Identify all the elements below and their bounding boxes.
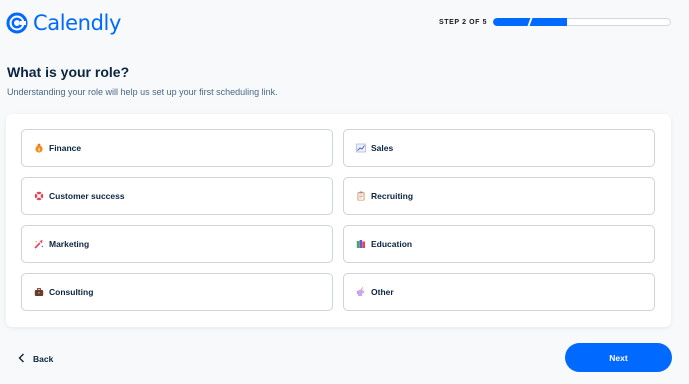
role-option-sales[interactable]: Sales <box>343 129 655 167</box>
step-progress: STEP 2 OF 5 <box>439 18 672 26</box>
back-button[interactable]: Back <box>18 350 53 368</box>
role-option-label: Consulting <box>49 287 94 297</box>
calendly-logo-icon <box>6 12 28 34</box>
role-option-customer-success[interactable]: Customer success <box>21 177 333 215</box>
lifebuoy-icon <box>33 191 44 202</box>
role-option-education[interactable]: Education <box>343 225 655 263</box>
chevron-left-icon <box>18 350 25 368</box>
books-icon <box>355 239 366 250</box>
role-option-label: Recruiting <box>371 191 414 201</box>
progress-bar <box>493 18 672 26</box>
role-option-finance[interactable]: $ Finance <box>21 129 333 167</box>
role-option-other[interactable]: Other <box>343 273 655 311</box>
role-option-recruiting[interactable]: Recruiting <box>343 177 655 215</box>
page-title: What is your role? <box>7 64 130 80</box>
money-bag-icon: $ <box>33 143 44 154</box>
briefcase-icon <box>33 287 44 298</box>
progress-fill <box>493 18 568 26</box>
step-label: STEP 2 OF 5 <box>439 18 488 26</box>
calendly-logo[interactable]: Calendly <box>6 11 121 35</box>
page-subtitle: Understanding your role will help us set… <box>7 87 278 97</box>
progress-remaining <box>567 18 672 26</box>
unicorn-icon <box>355 287 366 298</box>
back-button-label: Back <box>33 354 54 364</box>
role-option-label: Education <box>371 239 413 249</box>
role-option-consulting[interactable]: Consulting <box>21 273 333 311</box>
role-option-marketing[interactable]: Marketing <box>21 225 333 263</box>
role-option-label: Marketing <box>49 239 90 249</box>
brand-name: Calendly <box>33 11 121 35</box>
role-option-label: Finance <box>49 143 82 153</box>
next-button[interactable]: Next <box>565 343 672 372</box>
role-option-label: Sales <box>371 143 394 153</box>
role-option-label: Other <box>371 287 394 297</box>
megaphone-icon <box>33 239 44 250</box>
svg-text:$: $ <box>37 147 40 153</box>
chart-icon <box>355 143 366 154</box>
clipboard-icon <box>355 191 366 202</box>
role-options-panel: $ Finance Sales Customer success Recruit… <box>6 114 671 327</box>
role-option-label: Customer success <box>49 191 125 201</box>
